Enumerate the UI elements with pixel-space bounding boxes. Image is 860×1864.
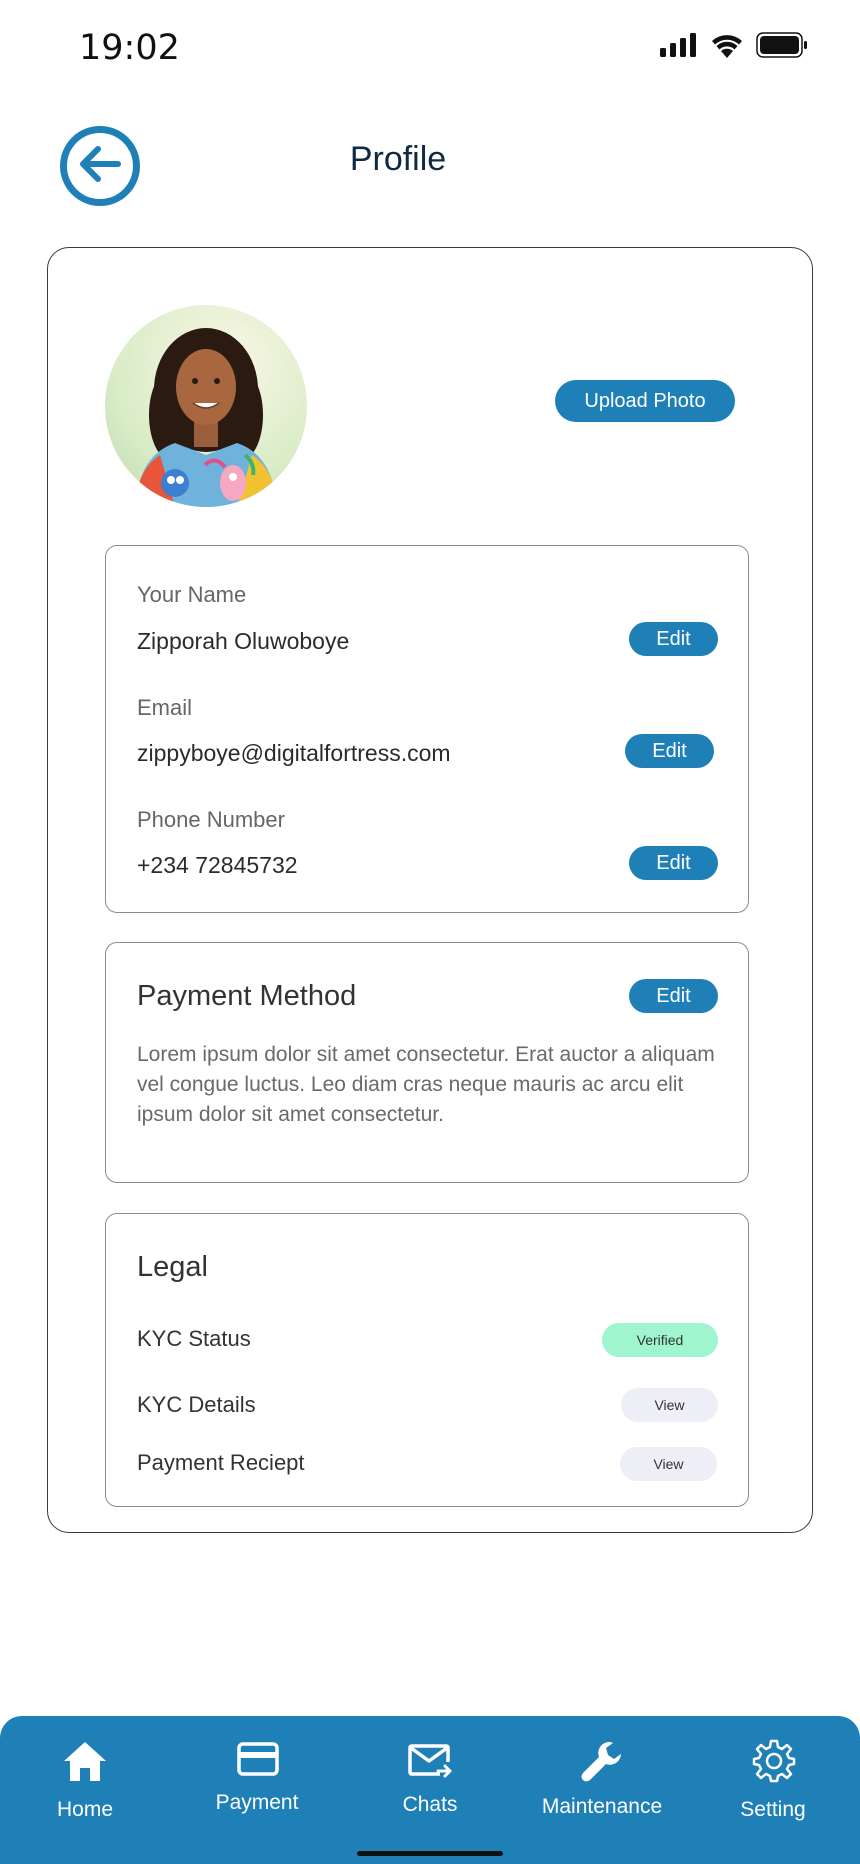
mail-icon — [408, 1742, 452, 1785]
kyc-details-label: KYC Details — [137, 1392, 256, 1417]
edit-name-button[interactable]: Edit — [629, 622, 718, 656]
status-icons — [660, 32, 808, 63]
nav-item-home[interactable]: Home — [30, 1716, 140, 1864]
nav-item-chats[interactable]: Chats — [380, 1716, 480, 1864]
email-value: zippyboye@digitalfortress.com — [137, 740, 451, 766]
phone-value: +234 72845732 — [137, 852, 298, 878]
bottom-nav: Home Payment Chats Maintenance Setting — [0, 1716, 860, 1864]
legal-section: Legal KYC Status Verified KYC Details Vi… — [105, 1213, 749, 1507]
phone-label: Phone Number — [137, 807, 285, 832]
nav-label-payment: Payment — [215, 1791, 299, 1814]
nav-label-home: Home — [56, 1798, 114, 1821]
status-bar: 19:02 — [0, 0, 860, 95]
payment-description: Lorem ipsum dolor sit amet consectetur. … — [137, 1043, 715, 1126]
nav-item-setting[interactable]: Setting — [723, 1716, 823, 1864]
personal-info-section: Your Name Zipporah Oluwoboye Edit Email … — [105, 545, 749, 913]
home-icon — [62, 1740, 108, 1787]
status-time: 19:02 — [79, 28, 180, 68]
payment-method-heading: Payment Method — [137, 980, 357, 1012]
payment-receipt-label: Payment Reciept — [137, 1450, 305, 1475]
legal-heading: Legal — [137, 1251, 208, 1283]
credit-card-icon — [237, 1742, 279, 1781]
kyc-status-label: KYC Status — [137, 1326, 251, 1351]
home-indicator — [357, 1851, 503, 1856]
edit-email-button[interactable]: Edit — [625, 734, 714, 768]
nav-label-chats: Chats — [402, 1793, 458, 1816]
upload-photo-button[interactable]: Upload Photo — [555, 380, 735, 422]
name-label: Your Name — [137, 582, 247, 607]
payment-receipt-view-button[interactable]: View — [620, 1447, 717, 1481]
payment-method-section: Payment Method Edit Lorem ipsum dolor si… — [105, 942, 749, 1183]
name-value: Zipporah Oluwoboye — [137, 628, 350, 654]
nav-label-maintenance: Maintenance — [541, 1795, 663, 1818]
page-title: Profile — [349, 140, 447, 178]
gear-icon — [752, 1739, 796, 1788]
signal-icon — [660, 33, 698, 62]
avatar — [105, 305, 307, 507]
kyc-details-view-button[interactable]: View — [621, 1388, 718, 1422]
wrench-icon — [579, 1740, 625, 1789]
wifi-icon — [710, 32, 744, 63]
nav-item-payment[interactable]: Payment — [197, 1716, 317, 1864]
nav-label-setting: Setting — [740, 1798, 806, 1821]
battery-icon — [756, 32, 808, 63]
edit-phone-button[interactable]: Edit — [629, 846, 718, 880]
email-label: Email — [137, 695, 193, 720]
edit-payment-button[interactable]: Edit — [629, 979, 718, 1013]
kyc-verified-badge: Verified — [602, 1323, 718, 1357]
nav-item-maintenance[interactable]: Maintenance — [532, 1716, 672, 1864]
